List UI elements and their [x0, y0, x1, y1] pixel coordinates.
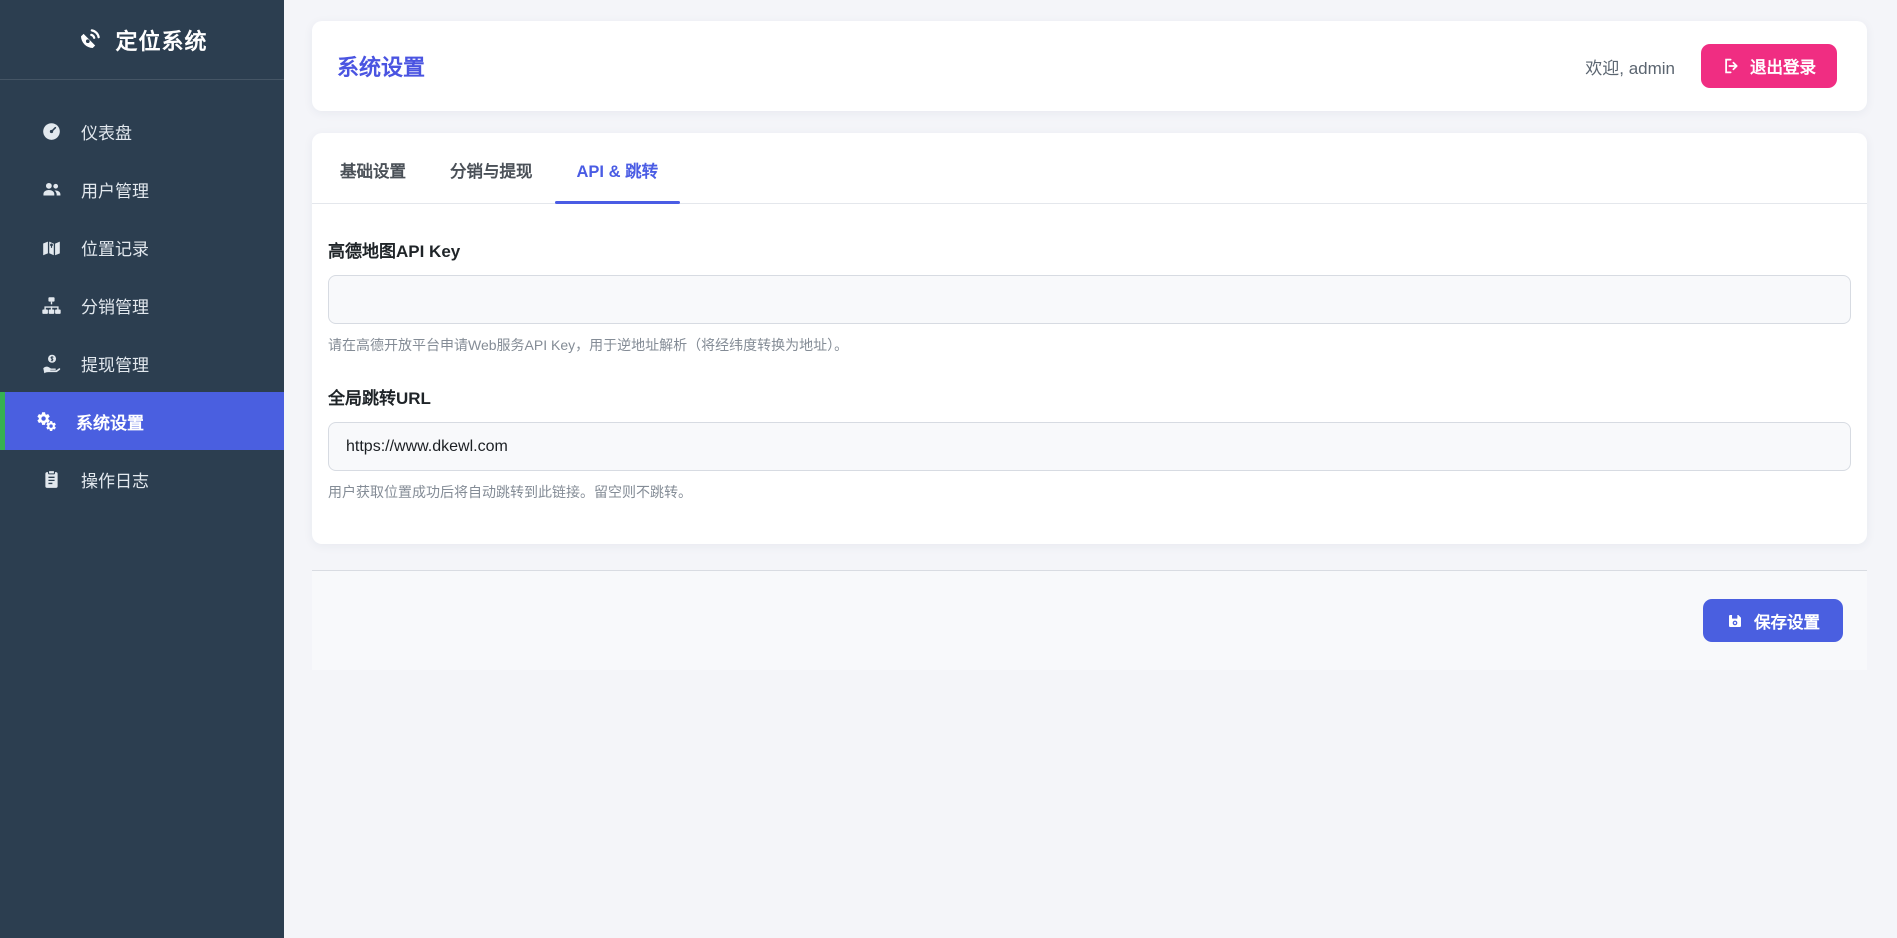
app-title: 定位系统 [115, 28, 208, 54]
save-settings-button[interactable]: 保存设置 [1703, 599, 1843, 642]
redirect-url-help: 用户获取位置成功后将自动跳转到此链接。留空则不跳转。 [328, 484, 692, 500]
tab-basic-settings[interactable]: 基础设置 [318, 133, 428, 203]
form-actions: 保存设置 [312, 570, 1867, 670]
sidebar-item-locations[interactable]: 位置记录 [0, 218, 284, 276]
settings-tabs: 基础设置 分销与提现 API & 跳转 [312, 133, 1867, 204]
save-label: 保存设置 [1754, 613, 1820, 632]
sidebar-item-label: 仪表盘 [81, 123, 132, 143]
sign-out-icon [1725, 58, 1738, 74]
sidebar-item-label: 提现管理 [81, 355, 149, 375]
logout-button[interactable]: 退出登录 [1701, 44, 1837, 88]
settings-card: 基础设置 分销与提现 API & 跳转 高德地图API Key 请在高德开放平台… [312, 133, 1867, 544]
sidebar-item-label: 操作日志 [81, 471, 149, 491]
redirect-url-group: 全局跳转URL 用户获取位置成功后将自动跳转到此链接。留空则不跳转。 [328, 384, 1851, 502]
amap-key-help: 请在高德开放平台申请Web服务API Key，用于逆地址解析（将经纬度转换为地址… [328, 337, 849, 353]
sidebar-item-label: 分销管理 [81, 297, 149, 317]
sidebar-item-settings[interactable]: 系统设置 [0, 392, 284, 450]
sidebar-item-dashboard[interactable]: 仪表盘 [0, 102, 284, 160]
settings-form: 高德地图API Key 请在高德开放平台申请Web服务API Key，用于逆地址… [312, 204, 1867, 544]
redirect-url-label: 全局跳转URL [328, 389, 431, 408]
tab-api-redirect[interactable]: API & 跳转 [554, 133, 681, 204]
logout-label: 退出登录 [1750, 59, 1816, 77]
app-logo: 定位系统 [0, 0, 284, 80]
tab-distribution-withdrawal[interactable]: 分销与提现 [428, 133, 555, 203]
amap-key-group: 高德地图API Key 请在高德开放平台申请Web服务API Key，用于逆地址… [328, 237, 1851, 355]
sidebar-item-label: 系统设置 [76, 413, 144, 433]
sitemap-icon [39, 293, 63, 317]
gauge-icon [39, 119, 63, 143]
users-icon [39, 177, 63, 201]
main-content: 系统设置 欢迎, admin 退出登录 基础设置 分销与提现 API & 跳转 … [284, 0, 1897, 938]
hand-dollar-icon [39, 351, 63, 375]
gears-icon [34, 409, 58, 433]
welcome-text: 欢迎, admin [1585, 58, 1675, 78]
sidebar-item-label: 用户管理 [81, 181, 149, 201]
sidebar: 定位系统 仪表盘 用户管理 位置记录 分销管理 提现管理 系统设置 操作日志 [0, 0, 284, 938]
sidebar-item-logs[interactable]: 操作日志 [0, 450, 284, 508]
amap-key-input[interactable] [328, 275, 1851, 324]
topbar: 系统设置 欢迎, admin 退出登录 [312, 21, 1867, 111]
sidebar-item-users[interactable]: 用户管理 [0, 160, 284, 218]
sidebar-menu: 仪表盘 用户管理 位置记录 分销管理 提现管理 系统设置 操作日志 [0, 80, 284, 508]
sidebar-item-label: 位置记录 [81, 239, 149, 259]
amap-key-label: 高德地图API Key [328, 242, 461, 261]
map-icon [39, 235, 63, 259]
clipboard-icon [39, 467, 63, 491]
redirect-url-input[interactable] [328, 422, 1851, 471]
page-title: 系统设置 [337, 55, 426, 80]
save-icon [1729, 614, 1741, 627]
sidebar-item-distribution[interactable]: 分销管理 [0, 276, 284, 334]
satellite-dish-icon [81, 28, 101, 48]
sidebar-item-withdrawals[interactable]: 提现管理 [0, 334, 284, 392]
